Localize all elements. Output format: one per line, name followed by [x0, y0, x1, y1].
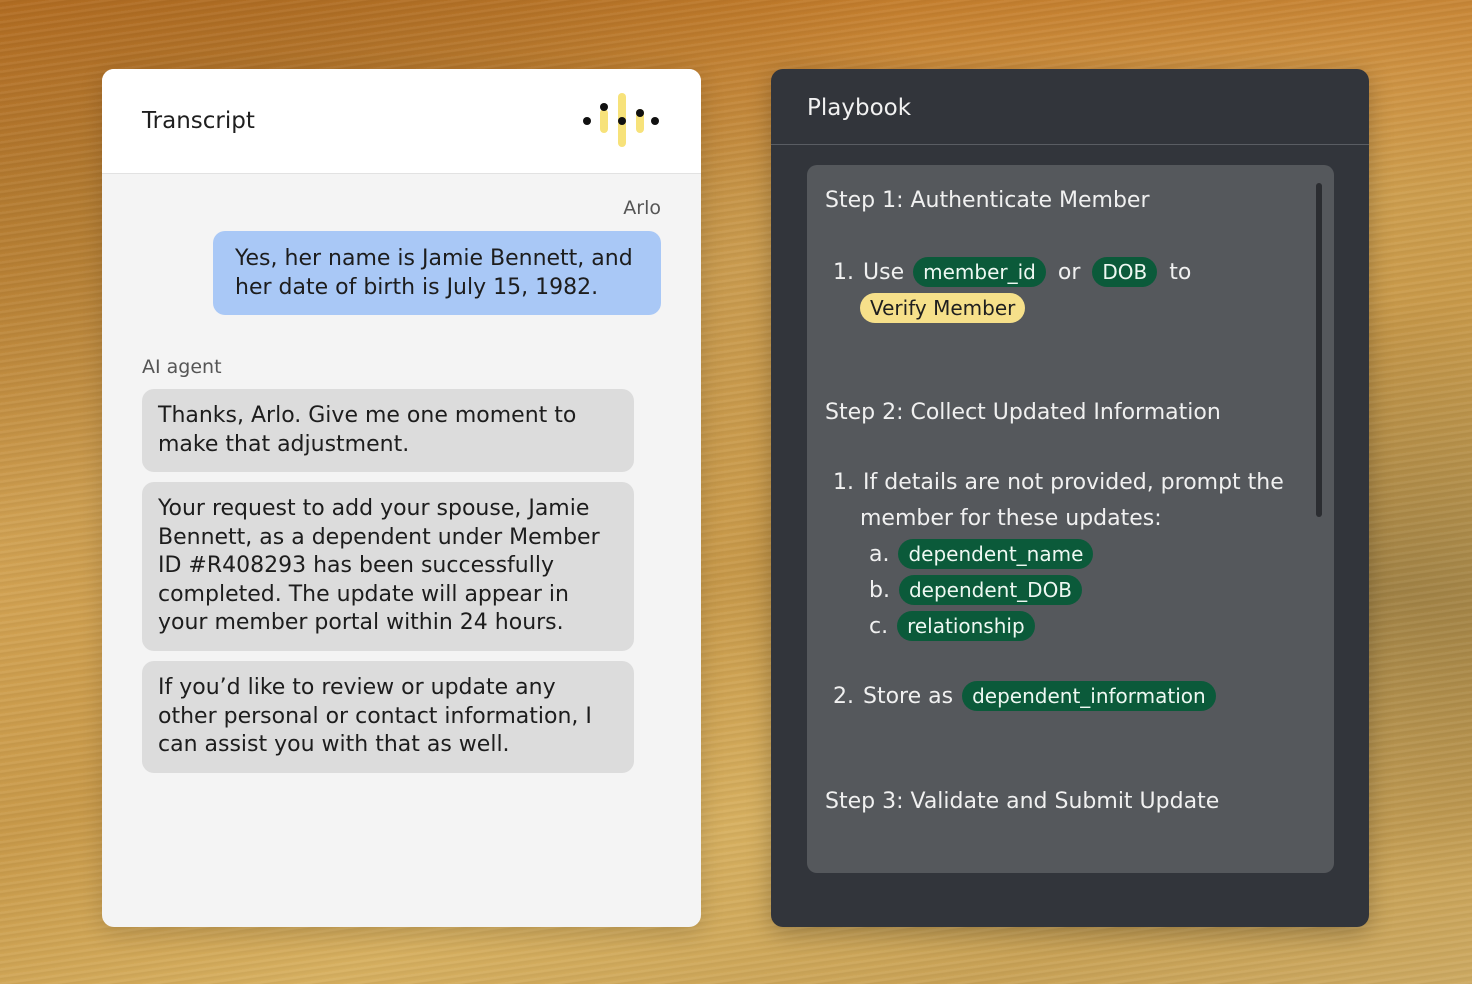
step-2-subitem-b: b. dependent_DOB: [869, 575, 1083, 605]
step-1-item-1: 1. Use member_id or DOB to: [833, 257, 1191, 287]
playbook-content[interactable]: Step 1: Authenticate Member 1. Use membe…: [807, 165, 1334, 873]
step-2-title: Step 2: Collect Updated Information: [825, 400, 1221, 425]
list-number: 1.: [833, 259, 854, 285]
step-1-title: Step 1: Authenticate Member: [825, 188, 1150, 213]
step-2-subitem-a: a. dependent_name: [869, 539, 1094, 569]
scrollbar[interactable]: [1316, 183, 1322, 517]
list-number: 1.: [833, 470, 854, 495]
item-text: or: [1057, 259, 1081, 285]
playbook-panel: Playbook Step 1: Authenticate Member 1. …: [771, 69, 1369, 927]
list-number: 2.: [833, 683, 854, 709]
user-message-bubble: Yes, her name is Jamie Bennett, and her …: [213, 231, 661, 315]
step-2-item-2: 2. Store as dependent_information: [833, 681, 1216, 711]
variable-chip-relationship: relationship: [897, 611, 1035, 641]
item-text: If details are not provided, prompt the: [863, 470, 1284, 495]
item-text: member for these updates:: [860, 506, 1162, 531]
variable-chip-dependent-information: dependent_information: [962, 681, 1216, 711]
list-letter: b.: [869, 577, 890, 603]
step-1-item-1-action: Verify Member: [860, 293, 1026, 323]
transcript-title: Transcript: [142, 108, 255, 134]
agent-message-bubble: Your request to add your spouse, Jamie B…: [142, 482, 634, 651]
list-letter: c.: [869, 613, 889, 639]
step-2-item-1-cont: member for these updates:: [860, 506, 1162, 531]
audio-wave-icon: [583, 93, 661, 149]
item-text: Store as: [863, 683, 954, 709]
list-letter: a.: [869, 541, 890, 567]
agent-message-bubble: Thanks, Arlo. Give me one moment to make…: [142, 389, 634, 472]
variable-chip-member-id: member_id: [913, 257, 1046, 287]
step-3-title: Step 3: Validate and Submit Update: [825, 789, 1220, 814]
variable-chip-dependent-dob: dependent_DOB: [898, 575, 1083, 605]
transcript-panel: Transcript Arlo Yes, her name is Jamie B…: [102, 69, 701, 927]
variable-chip-dependent-name: dependent_name: [898, 539, 1094, 569]
step-2-item-1: 1. If details are not provided, prompt t…: [833, 470, 1284, 495]
item-text: to: [1169, 259, 1192, 285]
variable-chip-dob: DOB: [1092, 257, 1158, 287]
item-text: Use: [863, 259, 905, 285]
action-chip-verify-member: Verify Member: [860, 293, 1026, 323]
playbook-title: Playbook: [771, 69, 1369, 145]
agent-speaker-label: AI agent: [142, 356, 222, 378]
agent-message-bubble: If you’d like to review or update any ot…: [142, 661, 634, 773]
transcript-header: Transcript: [102, 69, 701, 174]
step-2-subitem-c: c. relationship: [869, 611, 1035, 641]
user-speaker-label: Arlo: [623, 197, 661, 219]
